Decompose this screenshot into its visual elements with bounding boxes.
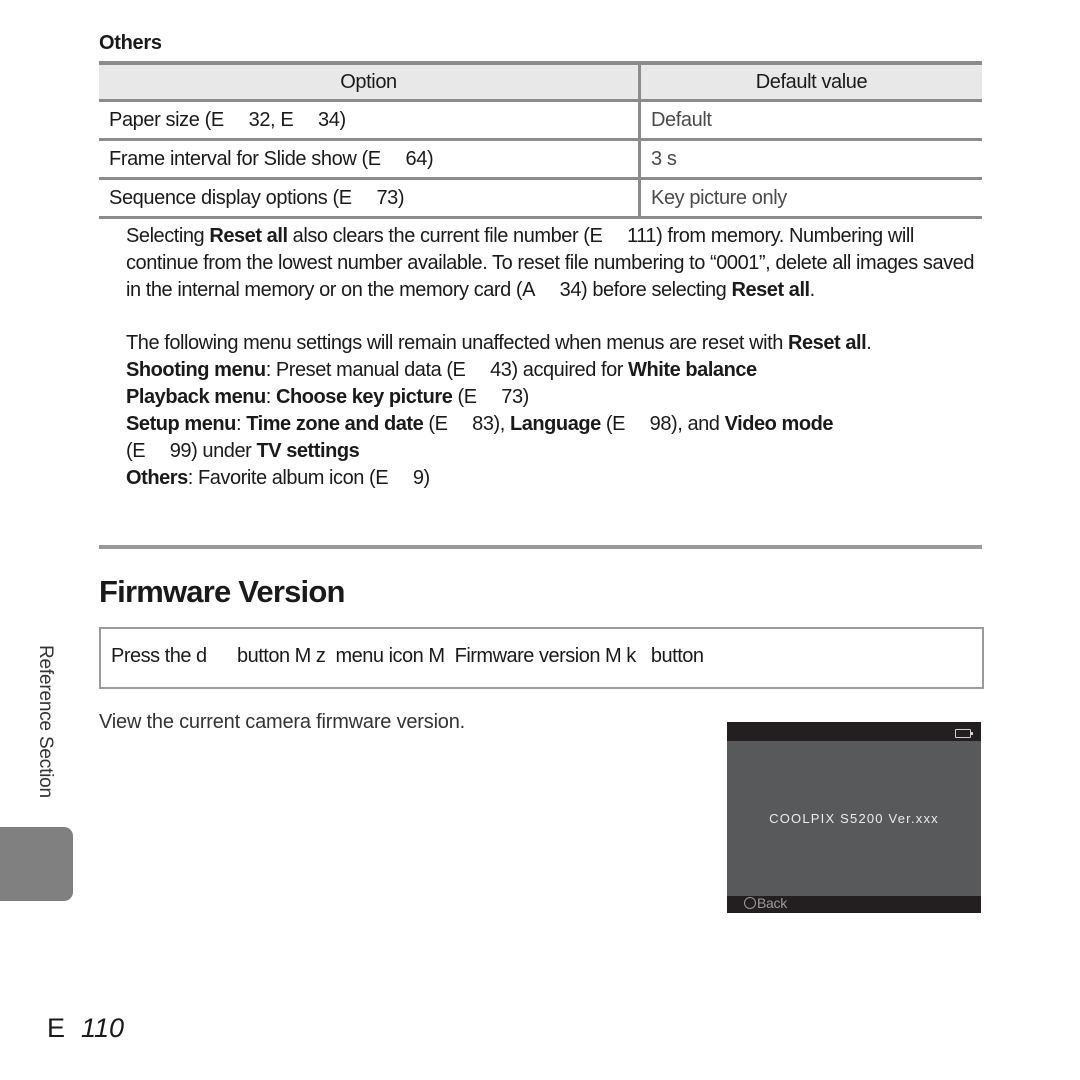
default-value-cell: Default <box>638 100 982 141</box>
setup-menu-item: Setup menu: Time zone and date (E 83), L… <box>126 413 834 462</box>
table-row: Paper size (E 32, E 34) Default <box>99 100 982 141</box>
column-header-default-value: Default value <box>638 61 982 102</box>
camera-model-version: COOLPIX S5200 Ver.xxx <box>769 811 939 826</box>
camera-screen-body: COOLPIX S5200 Ver.xxx <box>727 741 981 896</box>
others-heading: Others <box>99 32 162 54</box>
procedure-box: Press the d button M z menu icon M Firmw… <box>99 627 984 689</box>
others-default-table: Option Default value Paper size (E 32, E… <box>99 61 982 219</box>
option-cell: Sequence display options (E 73) <box>99 178 640 219</box>
section-tab-marker <box>0 827 73 901</box>
unaffected-intro: The following menu settings will remain … <box>126 332 872 354</box>
page-number-value: 110 <box>81 1013 125 1043</box>
reference-page-symbol: E <box>47 1013 66 1043</box>
column-header-option: Option <box>99 61 640 102</box>
default-value-cell: 3 s <box>638 139 982 180</box>
others-item: Others: Favorite album icon (E 9) <box>126 467 430 489</box>
default-value-cell: Key picture only <box>638 178 982 219</box>
table-header-row: Option Default value <box>99 61 982 102</box>
page-number: E 110 <box>47 1013 124 1044</box>
battery-full-icon <box>955 729 973 738</box>
table-row: Sequence display options (E 73) Key pict… <box>99 178 982 219</box>
reset-all-note: Selecting Reset all also clears the curr… <box>126 223 986 304</box>
playback-menu-item: Playback menu: Choose key picture (E 73) <box>126 386 529 408</box>
reference-section-label: Reference Section <box>35 645 56 798</box>
section-divider <box>99 545 982 549</box>
firmware-version-title: Firmware Version <box>99 574 345 609</box>
table-row: Frame interval for Slide show (E 64) 3 s <box>99 139 982 180</box>
camera-screen-illustration: COOLPIX S5200 Ver.xxx Back <box>727 722 981 913</box>
rotary-back-icon <box>744 897 756 909</box>
firmware-description: View the current camera firmware version… <box>99 711 466 733</box>
option-cell: Frame interval for Slide show (E 64) <box>99 139 640 180</box>
shooting-menu-item: Shooting menu: Preset manual data (E 43)… <box>126 359 757 381</box>
option-cell: Paper size (E 32, E 34) <box>99 100 640 141</box>
camera-back-label: Back <box>744 895 787 911</box>
procedure-text: Press the d button M z menu icon M Firmw… <box>111 645 704 667</box>
unaffected-settings-note: The following menu settings will remain … <box>126 330 986 492</box>
reset-all-note-text: Selecting Reset all also clears the curr… <box>126 225 975 301</box>
